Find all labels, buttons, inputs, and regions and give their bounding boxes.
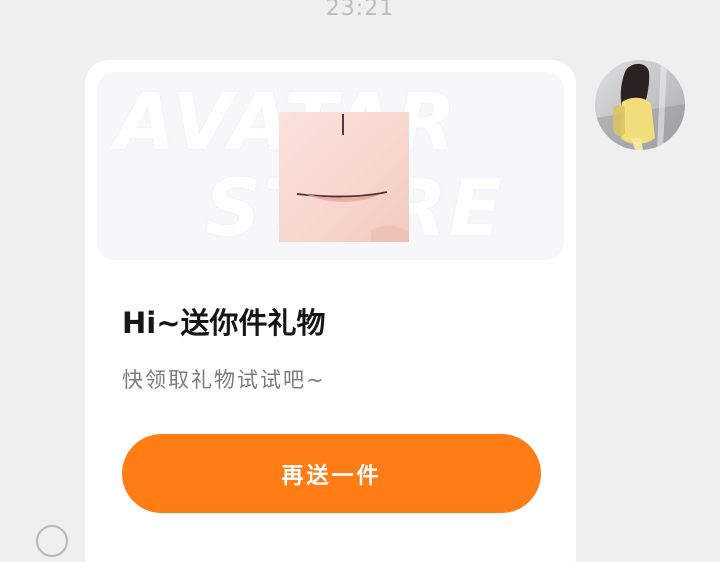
gift-card[interactable]: AVATAR STORE [85,60,576,562]
avatar[interactable] [595,60,685,150]
gift-item-image [279,112,409,242]
select-circle-icon[interactable] [36,525,68,557]
gift-banner: AVATAR STORE [97,72,564,260]
gift-title: Hi~送你件礼物 [122,306,326,340]
message-timestamp: 23:21 [325,0,395,21]
user-avatar-icon [595,60,685,150]
lips-item-icon [279,112,409,242]
gift-subtitle: 快领取礼物试试吧~ [122,368,326,392]
chat-screen: 23:21 AVATAR STORE [0,0,720,562]
send-another-button[interactable]: 再送一件 [122,434,541,513]
